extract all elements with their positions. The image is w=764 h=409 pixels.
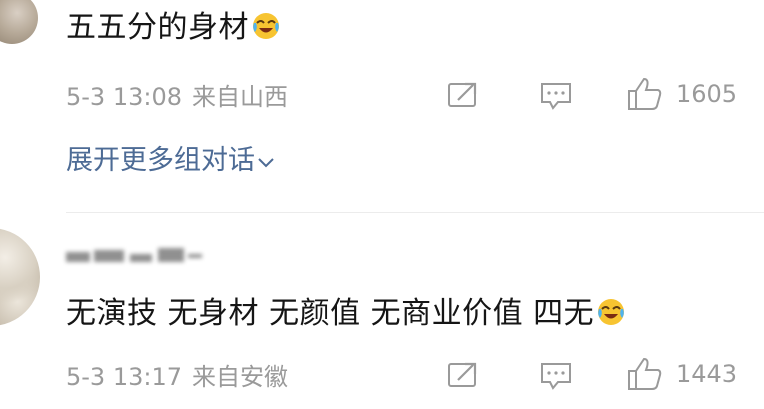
- comment-location: 来自山西: [192, 83, 288, 111]
- comment-meta: 5-3 13:17 来自安徽: [66, 362, 288, 392]
- comment-time: 5-3 13:17: [66, 363, 182, 391]
- share-button[interactable]: [446, 80, 480, 110]
- share-button[interactable]: [446, 360, 480, 390]
- comment-icon: [541, 363, 571, 390]
- reply-button[interactable]: [538, 80, 574, 112]
- avatar[interactable]: [0, 0, 38, 44]
- comment-text: 无演技 无身材 无颜值 无商业价值 四无: [66, 294, 626, 334]
- comment-body: 无演技 无身材 无颜值 无商业价值 四无: [66, 296, 595, 331]
- like-count: 1605: [676, 80, 738, 108]
- comment-time: 5-3 13:08: [66, 83, 182, 111]
- comment-location: 来自安徽: [192, 363, 288, 391]
- expand-replies-label: 展开更多组对话: [66, 145, 255, 176]
- comment-icon: [541, 83, 571, 110]
- like-button[interactable]: 1605: [626, 76, 737, 112]
- comment-meta: 5-3 13:08 来自山西: [66, 82, 288, 112]
- like-count: 1443: [676, 360, 738, 388]
- comment-divider: [66, 212, 764, 213]
- comment-text: 五五分的身材: [66, 8, 281, 48]
- avatar[interactable]: [0, 228, 40, 326]
- reply-button[interactable]: [538, 360, 574, 392]
- expand-replies-link[interactable]: 展开更多组对话: [66, 143, 275, 179]
- thumbs-up-icon: [628, 77, 662, 110]
- share-icon: [448, 362, 477, 387]
- comment-body: 五五分的身材: [66, 10, 249, 45]
- like-button[interactable]: 1443: [626, 356, 737, 392]
- share-icon: [448, 82, 477, 107]
- username-redacted[interactable]: [66, 240, 206, 268]
- chevron-down-icon: [258, 158, 274, 168]
- crying-laughing-emoji-icon: [596, 297, 626, 327]
- thumbs-up-icon: [628, 357, 662, 390]
- crying-laughing-emoji-icon: [251, 11, 281, 41]
